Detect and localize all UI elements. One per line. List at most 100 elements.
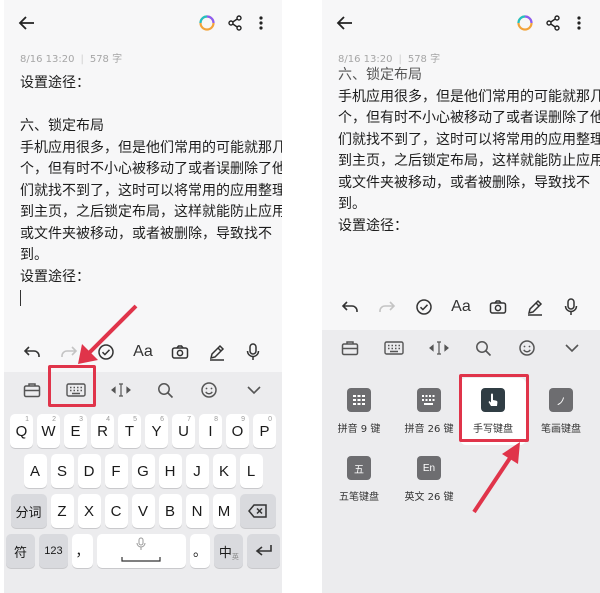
color-palette-icon[interactable] — [512, 10, 538, 36]
space-bar-icon — [121, 557, 161, 562]
key-t[interactable]: T5 — [118, 414, 141, 448]
pinyin-9-icon — [347, 388, 371, 412]
note-meta: 8/16 13:20 | 578 字 — [338, 54, 441, 65]
key-i[interactable]: I8 — [199, 414, 222, 448]
mic-icon[interactable] — [239, 338, 267, 366]
key-c[interactable]: C — [104, 494, 128, 528]
key-z[interactable]: Z — [50, 494, 74, 528]
key-k[interactable]: K — [212, 454, 236, 488]
emoji-icon[interactable] — [513, 334, 541, 362]
note-line: 个，但有时不小心被移动了或者误删除了他 — [338, 109, 600, 125]
note-line: 手机应用很多，但是他们常用的可能就那几 — [20, 138, 282, 155]
english-icon: En — [417, 456, 441, 480]
note-line: 六、锁定布局 — [20, 117, 104, 133]
key-q[interactable]: Q1 — [10, 414, 33, 448]
symbols-key[interactable]: 符 — [6, 534, 35, 568]
chevron-down-icon[interactable] — [240, 376, 268, 404]
note-line: 或文件夹被移动，或者被删除，导致找不 — [20, 224, 272, 241]
key-p[interactable]: P0 — [253, 414, 276, 448]
share-icon[interactable] — [222, 10, 248, 36]
pen-icon[interactable] — [203, 338, 231, 366]
enter-icon — [255, 545, 272, 556]
key-r[interactable]: R4 — [91, 414, 114, 448]
search-icon[interactable] — [469, 334, 497, 362]
note-line: 到。 — [338, 195, 366, 211]
mode-english-26[interactable]: En 英文 26 键 — [396, 456, 462, 503]
mic-icon[interactable] — [557, 293, 585, 321]
mode-stroke[interactable]: ノ 笔画键盘 — [528, 388, 594, 435]
pen-icon[interactable] — [521, 293, 549, 321]
note-line: 到主页，之后锁定布局，这样就能防止应用 — [20, 203, 282, 219]
note-line: 到。 — [20, 246, 48, 262]
more-vertical-icon[interactable] — [566, 10, 592, 36]
note-date: 8/16 13:20 — [20, 54, 75, 65]
camera-icon[interactable] — [166, 338, 194, 366]
note-line — [20, 94, 270, 116]
mode-pinyin-26[interactable]: 拼音 26 键 — [396, 388, 462, 435]
highlight-handwriting-mode — [459, 374, 529, 442]
key-e[interactable]: E3 — [64, 414, 87, 448]
key-u[interactable]: U7 — [172, 414, 195, 448]
key-g[interactable]: G — [131, 454, 155, 488]
backspace-key[interactable] — [239, 494, 276, 528]
back-arrow-icon[interactable] — [14, 10, 40, 36]
format-text-button[interactable]: Aa — [129, 338, 157, 366]
keyboard-mode-panel: 拼音 9 键 拼音 26 键 手写键盘 ノ 笔画键盘 五 五笔键盘 En 英文 … — [322, 330, 600, 593]
redo-icon[interactable] — [55, 338, 83, 366]
language-switch-key[interactable]: 中英 — [214, 534, 244, 568]
note-line: 设置途径： — [338, 216, 408, 233]
mode-wubi[interactable]: 五 五笔键盘 — [326, 456, 392, 503]
toolbox-icon[interactable] — [336, 334, 364, 362]
comma-key[interactable]: ， — [71, 534, 93, 568]
key-w[interactable]: W2 — [37, 414, 60, 448]
emoji-icon[interactable] — [195, 376, 223, 404]
redo-icon[interactable] — [373, 293, 401, 321]
key-x[interactable]: X — [77, 494, 101, 528]
mode-pinyin-9[interactable]: 拼音 9 键 — [326, 388, 392, 435]
check-circle-icon[interactable] — [410, 293, 438, 321]
key-j[interactable]: J — [185, 454, 209, 488]
cursor-move-icon[interactable] — [107, 376, 135, 404]
cursor-move-icon[interactable] — [425, 334, 453, 362]
key-v[interactable]: V — [131, 494, 155, 528]
key-a[interactable]: A — [23, 454, 47, 488]
numbers-key[interactable]: 123 — [38, 534, 68, 568]
edit-toolbar: Aa — [4, 333, 282, 371]
undo-icon[interactable] — [18, 338, 46, 366]
period-key[interactable]: 。 — [189, 534, 211, 568]
back-arrow-icon[interactable] — [332, 10, 358, 36]
format-text-button[interactable]: Aa — [447, 293, 475, 321]
key-m[interactable]: M — [212, 494, 236, 528]
key-l[interactable]: L — [239, 454, 263, 488]
key-h[interactable]: H — [158, 454, 182, 488]
note-word-count: 578 字 — [407, 54, 441, 65]
space-key[interactable] — [96, 534, 186, 568]
key-s[interactable]: S — [50, 454, 74, 488]
toolbox-icon[interactable] — [18, 376, 46, 404]
key-o[interactable]: O9 — [226, 414, 249, 448]
enter-key[interactable] — [247, 534, 280, 568]
more-vertical-icon[interactable] — [248, 10, 274, 36]
segment-key[interactable]: 分词 — [10, 494, 47, 528]
check-circle-icon[interactable] — [92, 338, 120, 366]
highlight-keyboard-switch — [48, 365, 96, 407]
key-f[interactable]: F — [104, 454, 128, 488]
key-row-4: 符 123 ， 。 中英 — [4, 534, 282, 568]
key-d[interactable]: D — [77, 454, 101, 488]
keyboard-icon[interactable] — [380, 334, 408, 362]
chevron-down-icon[interactable] — [558, 334, 586, 362]
key-n[interactable]: N — [185, 494, 209, 528]
key-b[interactable]: B — [158, 494, 182, 528]
undo-icon[interactable] — [336, 293, 364, 321]
ime-keyboard: Q1 W2 E3 R4 T5 Y6 U7 I8 O9 P0 A S D F G … — [4, 372, 282, 593]
key-y[interactable]: Y6 — [145, 414, 168, 448]
note-content: 六、锁定布局 手机应用很多，但是他们常用的可能就那几 个，但有时不小心被移动了或… — [338, 66, 600, 236]
note-scroll-area[interactable]: 六、锁定布局 手机应用很多，但是他们常用的可能就那几 个，但有时不小心被移动了或… — [322, 66, 600, 246]
note-header — [322, 0, 600, 46]
share-icon[interactable] — [540, 10, 566, 36]
wubi-icon: 五 — [347, 456, 371, 480]
search-icon[interactable] — [151, 376, 179, 404]
camera-icon[interactable] — [484, 293, 512, 321]
note-content[interactable]: 设置途径： 六、锁定布局 手机应用很多，但是他们常用的可能就那几 个，但有时不小… — [20, 72, 282, 309]
color-palette-icon[interactable] — [194, 10, 220, 36]
